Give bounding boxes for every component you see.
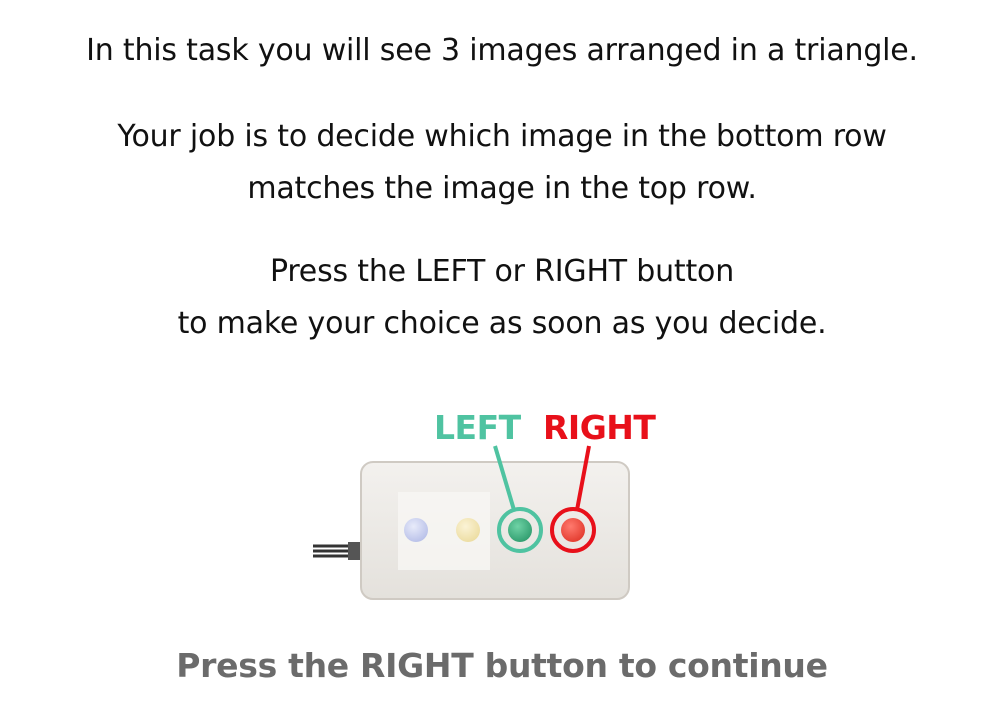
blue-button-icon (404, 518, 428, 542)
continue-prompt: Press the RIGHT button to continue (176, 646, 828, 685)
cable (313, 542, 364, 560)
response-box-illustration (313, 445, 630, 600)
red-button-icon (561, 518, 585, 542)
green-button-icon (508, 518, 532, 542)
yellow-button-icon (456, 518, 480, 542)
